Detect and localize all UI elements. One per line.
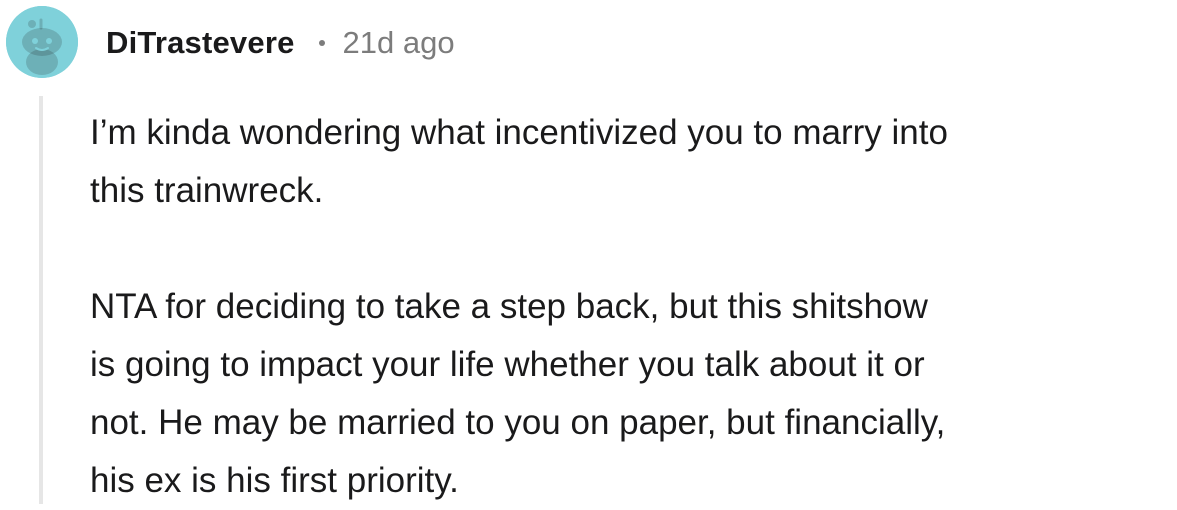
- username[interactable]: DiTrastevere: [106, 27, 295, 58]
- separator-dot: [318, 40, 325, 46]
- comment-body: I’m kinda wondering what incentivized yo…: [90, 104, 1170, 510]
- thread-line[interactable]: [39, 96, 43, 504]
- comment-paragraph: I’m kinda wondering what incentivized yo…: [90, 113, 948, 210]
- comment: DiTrastevere 21d ago I’m kinda wondering…: [0, 0, 1177, 504]
- timestamp: 21d ago: [342, 24, 455, 60]
- comment-header: DiTrastevere 21d ago: [6, 4, 455, 80]
- avatar[interactable]: [6, 6, 78, 78]
- comment-paragraph: NTA for deciding to take a step back, bu…: [90, 287, 946, 500]
- reddit-snoo-avatar-icon: [6, 6, 78, 78]
